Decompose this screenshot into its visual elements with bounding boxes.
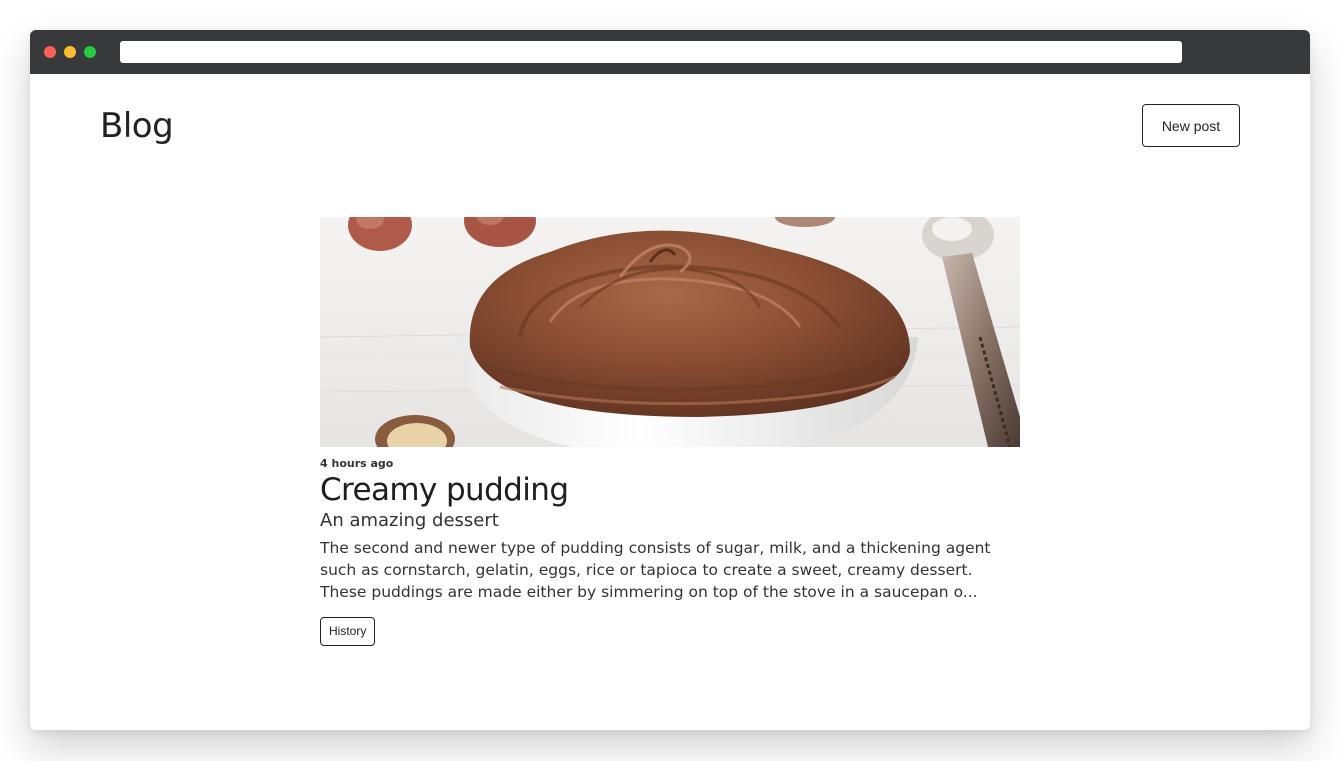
browser-window: Blog New post 4 hours ago Creamy pudding… [30, 30, 1310, 730]
page-title: Blog [100, 106, 174, 146]
post-card: 4 hours ago Creamy pudding An amazing de… [320, 217, 1020, 646]
new-post-button[interactable]: New post [1142, 104, 1240, 147]
post-image[interactable] [320, 217, 1020, 447]
maximize-window-button[interactable] [84, 46, 96, 58]
post-excerpt: The second and newer type of pudding con… [320, 539, 991, 601]
address-bar[interactable] [120, 41, 1182, 63]
post-title[interactable]: Creamy pudding [320, 471, 1020, 509]
browser-titlebar [30, 30, 1310, 74]
pudding-image [320, 217, 1020, 447]
post-timestamp: 4 hours ago [320, 457, 394, 470]
close-window-button[interactable] [44, 46, 56, 58]
minimize-window-button[interactable] [64, 46, 76, 58]
tag-history[interactable]: History [320, 617, 376, 646]
post-subtitle: An amazing dessert [320, 510, 499, 531]
